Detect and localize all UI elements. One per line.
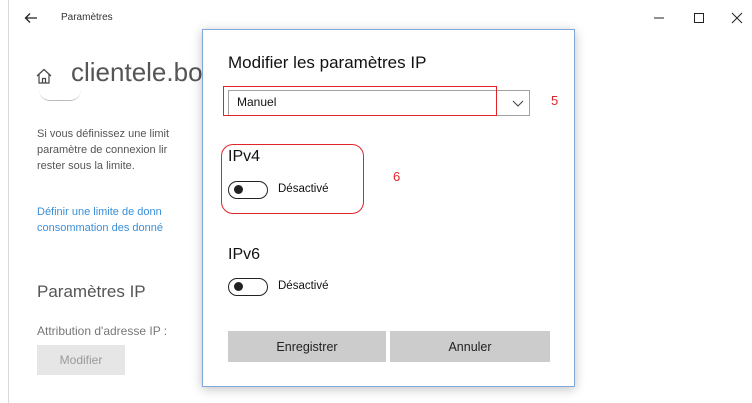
close-button[interactable] <box>727 8 747 28</box>
minimize-icon <box>654 17 664 19</box>
description-line: paramètre de connexion lir <box>37 144 168 156</box>
ipv4-label: IPv4 <box>228 148 261 165</box>
edit-ip-dialog: Modifier les paramètres IP Manuel 5 6 IP… <box>202 29 575 387</box>
annotation-box-select <box>223 86 497 116</box>
link-line: consommation des donné <box>37 222 163 234</box>
ipv6-toggle[interactable] <box>228 278 268 296</box>
annotation-marker-5: 5 <box>551 93 559 108</box>
annotation-marker-6: 6 <box>393 169 401 184</box>
section-title-ip: Paramètres IP <box>37 282 146 301</box>
ip-attribution-label: Attribution d'adresse IP : <box>37 324 168 338</box>
description-text: Si vous définissez une limit paramètre d… <box>37 126 217 174</box>
ipv4-toggle-state: Désactivé <box>278 183 329 195</box>
title-underline <box>39 90 81 101</box>
toggle-knob <box>234 282 243 291</box>
modify-button[interactable]: Modifier <box>37 345 125 375</box>
ipv4-toggle[interactable] <box>228 181 268 199</box>
data-limit-link[interactable]: Définir une limite de donn consommation … <box>37 204 217 236</box>
toggle-knob <box>234 185 243 194</box>
maximize-button[interactable] <box>689 8 709 28</box>
home-icon <box>36 68 52 84</box>
chevron-down-icon <box>512 100 524 107</box>
link-line: Définir une limite de donn <box>37 206 162 218</box>
ipv6-label: IPv6 <box>228 246 261 263</box>
maximize-icon <box>694 13 704 23</box>
page-title: clientele.bo <box>71 57 203 87</box>
dialog-title: Modifier les paramètres IP <box>228 53 427 72</box>
description-line: Si vous définissez une limit <box>37 128 170 140</box>
app-title: Paramètres <box>61 12 113 23</box>
back-arrow-icon[interactable] <box>23 10 39 26</box>
save-button[interactable]: Enregistrer <box>228 331 386 362</box>
description-line: rester sous la limite. <box>37 160 135 172</box>
cancel-button[interactable]: Annuler <box>390 331 550 362</box>
ipv6-toggle-state: Désactivé <box>278 280 329 292</box>
minimize-button[interactable] <box>649 8 669 28</box>
close-icon <box>731 12 743 24</box>
